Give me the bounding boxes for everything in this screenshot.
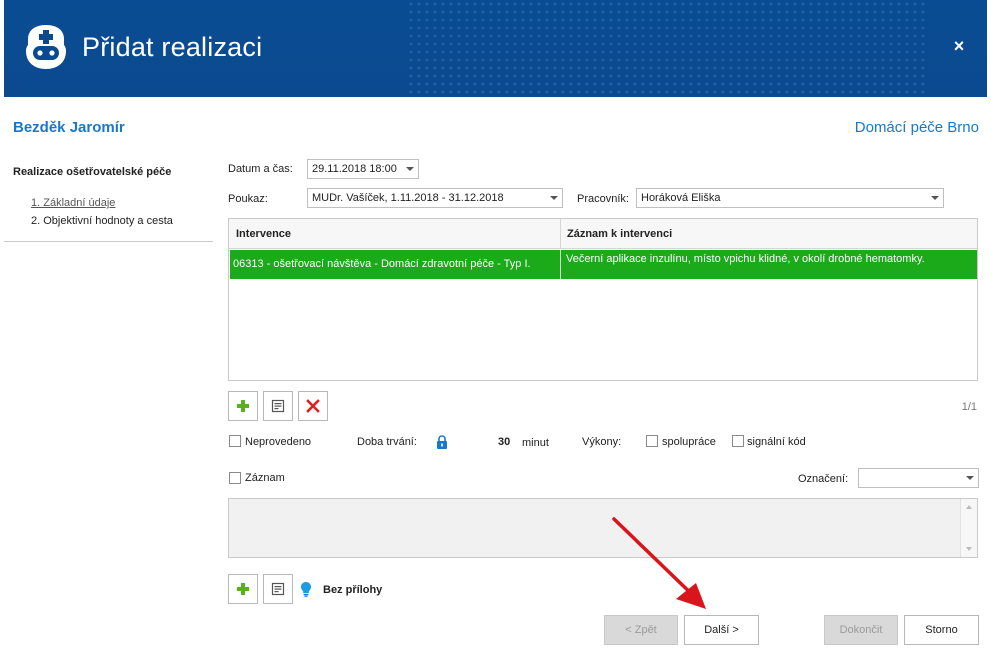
duration-label: Doba trvání: bbox=[357, 436, 417, 448]
scroll-down-icon[interactable] bbox=[966, 547, 972, 551]
cooperation-label: spolupráce bbox=[662, 436, 716, 448]
attachment-status: Bez přílohy bbox=[323, 584, 383, 596]
grid-header: Intervence Záznam k intervenci bbox=[229, 219, 977, 249]
record-textarea[interactable] bbox=[228, 498, 978, 558]
add-attachment-button[interactable] bbox=[228, 574, 258, 604]
duration-unit: minut bbox=[522, 437, 549, 449]
sidebar-title: Realizace ošetřovatelské péče bbox=[13, 166, 172, 178]
datetime-label: Datum a čas: bbox=[228, 163, 293, 175]
nurse-icon bbox=[26, 25, 66, 69]
worker-label: Pracovník: bbox=[577, 193, 629, 205]
record-checkbox[interactable] bbox=[229, 472, 241, 484]
cancel-button[interactable]: Storno bbox=[904, 615, 979, 645]
voucher-label: Poukaz: bbox=[228, 193, 268, 205]
finish-button[interactable]: Dokončit bbox=[824, 615, 898, 645]
table-row[interactable]: 06313 - ošetřovací návštěva - Domácí zdr… bbox=[230, 250, 977, 279]
cooperation-checkbox[interactable] bbox=[646, 435, 658, 447]
marking-select[interactable] bbox=[858, 468, 979, 488]
duration-value[interactable]: 30 bbox=[498, 436, 510, 448]
datetime-value: 29.11.2018 18:00 bbox=[312, 163, 397, 175]
column-header-note[interactable]: Záznam k intervenci bbox=[567, 228, 672, 240]
services-label: Výkony: bbox=[582, 436, 622, 448]
dialog-header: Přidat realizaci × bbox=[4, 0, 987, 97]
delete-intervention-button[interactable] bbox=[298, 391, 328, 421]
grid-pager: 1/1 bbox=[961, 401, 977, 413]
chevron-down-icon bbox=[931, 196, 939, 200]
lightbulb-icon bbox=[301, 582, 311, 597]
edit-intervention-button[interactable] bbox=[263, 391, 293, 421]
datetime-select[interactable]: 29.11.2018 18:00 bbox=[307, 159, 419, 179]
voucher-value: MUDr. Vašíček, 1.11.2018 - 31.12.2018 bbox=[312, 192, 504, 204]
dialog-window: Přidat realizaci × Bezděk Jaromír Domácí… bbox=[0, 0, 991, 658]
next-button[interactable]: Další > bbox=[684, 615, 759, 645]
scrollbar[interactable] bbox=[960, 499, 977, 557]
voucher-select[interactable]: MUDr. Vašíček, 1.11.2018 - 31.12.2018 bbox=[307, 188, 563, 208]
sidebar-step-objective-values[interactable]: 2. Objektivní hodnoty a cesta bbox=[31, 215, 173, 227]
record-label: Záznam bbox=[245, 472, 285, 484]
worker-select[interactable]: Horáková Eliška bbox=[636, 188, 944, 208]
plus-icon bbox=[237, 583, 249, 595]
chevron-down-icon bbox=[966, 476, 974, 480]
edit-attachment-button[interactable] bbox=[263, 574, 293, 604]
not-done-label: Neprovedeno bbox=[245, 436, 312, 448]
back-button[interactable]: < Zpět bbox=[604, 615, 678, 645]
cell-note: Večerní aplikace inzulínu, místo vpichu … bbox=[566, 253, 925, 265]
header-pattern bbox=[407, 0, 927, 97]
delete-x-icon bbox=[306, 399, 320, 413]
organization-name: Domácí péče Brno bbox=[854, 119, 979, 136]
lock-icon[interactable] bbox=[436, 435, 448, 449]
intervention-grid: Intervence Záznam k intervenci 06313 - o… bbox=[228, 218, 978, 381]
sidebar-step-basic-info[interactable]: 1. Základní údaje bbox=[31, 197, 115, 209]
chevron-down-icon bbox=[406, 167, 414, 171]
plus-icon bbox=[237, 400, 249, 412]
signal-code-label: signální kód bbox=[747, 436, 806, 448]
edit-note-icon bbox=[271, 399, 285, 413]
column-divider bbox=[560, 219, 561, 249]
not-done-checkbox[interactable] bbox=[229, 435, 241, 447]
sidebar-divider bbox=[4, 241, 213, 242]
add-intervention-button[interactable] bbox=[228, 391, 258, 421]
column-divider bbox=[560, 250, 561, 279]
signal-code-checkbox[interactable] bbox=[732, 435, 744, 447]
cell-intervention: 06313 - ošetřovací návštěva - Domácí zdr… bbox=[233, 258, 531, 270]
scroll-up-icon[interactable] bbox=[966, 505, 972, 509]
edit-note-icon bbox=[271, 582, 285, 596]
patient-name: Bezděk Jaromír bbox=[13, 119, 125, 136]
dialog-title: Přidat realizaci bbox=[82, 32, 263, 62]
chevron-down-icon bbox=[550, 196, 558, 200]
column-header-intervention[interactable]: Intervence bbox=[236, 228, 291, 240]
marking-label: Označení: bbox=[798, 473, 849, 485]
worker-value: Horáková Eliška bbox=[641, 192, 721, 204]
close-icon[interactable]: × bbox=[951, 37, 967, 55]
